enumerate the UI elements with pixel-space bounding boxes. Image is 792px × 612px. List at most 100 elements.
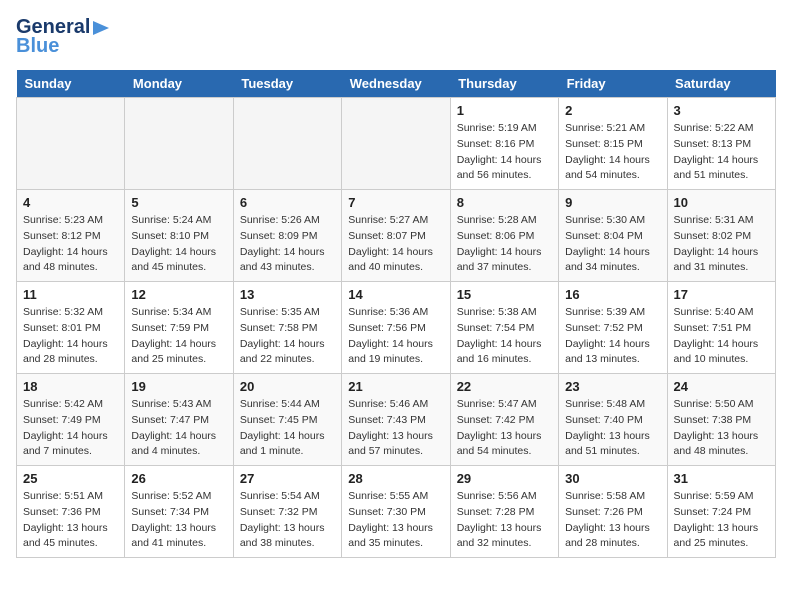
day-number: 26: [131, 471, 226, 486]
day-info: Sunrise: 5:23 AMSunset: 8:12 PMDaylight:…: [23, 213, 118, 276]
calendar-cell: 25 Sunrise: 5:51 AMSunset: 7:36 PMDayligh…: [17, 466, 125, 558]
day-number: 28: [348, 471, 443, 486]
calendar-cell: 7 Sunrise: 5:27 AMSunset: 8:07 PMDaylight…: [342, 190, 450, 282]
day-info: Sunrise: 5:26 AMSunset: 8:09 PMDaylight:…: [240, 213, 335, 276]
calendar-week-1: 1 Sunrise: 5:19 AMSunset: 8:16 PMDaylight…: [17, 98, 776, 190]
day-info: Sunrise: 5:30 AMSunset: 8:04 PMDaylight:…: [565, 213, 660, 276]
calendar-cell: 19 Sunrise: 5:43 AMSunset: 7:47 PMDayligh…: [125, 374, 233, 466]
logo: General Blue: [16, 16, 110, 58]
day-info: Sunrise: 5:34 AMSunset: 7:59 PMDaylight:…: [131, 305, 226, 368]
calendar-cell: 29 Sunrise: 5:56 AMSunset: 7:28 PMDayligh…: [450, 466, 558, 558]
day-number: 20: [240, 379, 335, 394]
day-number: 13: [240, 287, 335, 302]
day-number: 7: [348, 195, 443, 210]
day-info: Sunrise: 5:44 AMSunset: 7:45 PMDaylight:…: [240, 397, 335, 460]
day-info: Sunrise: 5:59 AMSunset: 7:24 PMDaylight:…: [674, 489, 769, 552]
day-number: 6: [240, 195, 335, 210]
calendar-cell: 26 Sunrise: 5:52 AMSunset: 7:34 PMDayligh…: [125, 466, 233, 558]
day-info: Sunrise: 5:43 AMSunset: 7:47 PMDaylight:…: [131, 397, 226, 460]
calendar-cell: 23 Sunrise: 5:48 AMSunset: 7:40 PMDayligh…: [559, 374, 667, 466]
calendar-header-row: SundayMondayTuesdayWednesdayThursdayFrid…: [17, 70, 776, 98]
calendar-cell: 17 Sunrise: 5:40 AMSunset: 7:51 PMDayligh…: [667, 282, 775, 374]
calendar-week-4: 18Sunrise: 5:42 AMSunset: 7:49 PMDayligh…: [17, 374, 776, 466]
day-info: Sunrise: 5:22 AMSunset: 8:13 PMDaylight:…: [674, 121, 769, 184]
header-tuesday: Tuesday: [233, 70, 341, 98]
day-number: 2: [565, 103, 660, 118]
day-number: 10: [674, 195, 769, 210]
day-number: 4: [23, 195, 118, 210]
calendar-cell: 15 Sunrise: 5:38 AMSunset: 7:54 PMDayligh…: [450, 282, 558, 374]
calendar-cell: [125, 98, 233, 190]
header-thursday: Thursday: [450, 70, 558, 98]
day-number: 8: [457, 195, 552, 210]
calendar-cell: 4 Sunrise: 5:23 AMSunset: 8:12 PMDaylight…: [17, 190, 125, 282]
day-info: Sunrise: 5:48 AMSunset: 7:40 PMDaylight:…: [565, 397, 660, 460]
day-info: Sunrise: 5:31 AMSunset: 8:02 PMDaylight:…: [674, 213, 769, 276]
calendar-cell: 5Sunrise: 5:24 AMSunset: 8:10 PMDaylight…: [125, 190, 233, 282]
day-info: Sunrise: 5:38 AMSunset: 7:54 PMDaylight:…: [457, 305, 552, 368]
day-info: Sunrise: 5:40 AMSunset: 7:51 PMDaylight:…: [674, 305, 769, 368]
calendar-cell: 31 Sunrise: 5:59 AMSunset: 7:24 PMDayligh…: [667, 466, 775, 558]
calendar-cell: 14 Sunrise: 5:36 AMSunset: 7:56 PMDayligh…: [342, 282, 450, 374]
day-number: 22: [457, 379, 552, 394]
day-number: 1: [457, 103, 552, 118]
calendar-cell: 21Sunrise: 5:46 AMSunset: 7:43 PMDayligh…: [342, 374, 450, 466]
calendar-cell: 11 Sunrise: 5:32 AMSunset: 8:01 PMDayligh…: [17, 282, 125, 374]
day-info: Sunrise: 5:54 AMSunset: 7:32 PMDaylight:…: [240, 489, 335, 552]
day-info: Sunrise: 5:47 AMSunset: 7:42 PMDaylight:…: [457, 397, 552, 460]
day-number: 15: [457, 287, 552, 302]
calendar-cell: 6 Sunrise: 5:26 AMSunset: 8:09 PMDaylight…: [233, 190, 341, 282]
calendar-week-5: 25 Sunrise: 5:51 AMSunset: 7:36 PMDayligh…: [17, 466, 776, 558]
day-number: 16: [565, 287, 660, 302]
day-info: Sunrise: 5:58 AMSunset: 7:26 PMDaylight:…: [565, 489, 660, 552]
calendar-cell: 18Sunrise: 5:42 AMSunset: 7:49 PMDayligh…: [17, 374, 125, 466]
header-saturday: Saturday: [667, 70, 775, 98]
day-info: Sunrise: 5:36 AMSunset: 7:56 PMDaylight:…: [348, 305, 443, 368]
day-info: Sunrise: 5:27 AMSunset: 8:07 PMDaylight:…: [348, 213, 443, 276]
calendar-cell: 27Sunrise: 5:54 AMSunset: 7:32 PMDayligh…: [233, 466, 341, 558]
day-info: Sunrise: 5:35 AMSunset: 7:58 PMDaylight:…: [240, 305, 335, 368]
header-sunday: Sunday: [17, 70, 125, 98]
calendar-cell: 16 Sunrise: 5:39 AMSunset: 7:52 PMDayligh…: [559, 282, 667, 374]
logo-container: General Blue: [16, 16, 110, 58]
header-monday: Monday: [125, 70, 233, 98]
day-info: Sunrise: 5:52 AMSunset: 7:34 PMDaylight:…: [131, 489, 226, 552]
calendar-cell: 20 Sunrise: 5:44 AMSunset: 7:45 PMDayligh…: [233, 374, 341, 466]
day-info: Sunrise: 5:56 AMSunset: 7:28 PMDaylight:…: [457, 489, 552, 552]
day-number: 30: [565, 471, 660, 486]
day-number: 17: [674, 287, 769, 302]
day-info: Sunrise: 5:51 AMSunset: 7:36 PMDaylight:…: [23, 489, 118, 552]
day-number: 21: [348, 379, 443, 394]
calendar-cell: 1 Sunrise: 5:19 AMSunset: 8:16 PMDaylight…: [450, 98, 558, 190]
calendar-cell: 8 Sunrise: 5:28 AMSunset: 8:06 PMDaylight…: [450, 190, 558, 282]
day-number: 12: [131, 287, 226, 302]
day-number: 14: [348, 287, 443, 302]
calendar-cell: [233, 98, 341, 190]
day-number: 11: [23, 287, 118, 302]
day-info: Sunrise: 5:55 AMSunset: 7:30 PMDaylight:…: [348, 489, 443, 552]
calendar-week-2: 4 Sunrise: 5:23 AMSunset: 8:12 PMDaylight…: [17, 190, 776, 282]
calendar-cell: 13 Sunrise: 5:35 AMSunset: 7:58 PMDayligh…: [233, 282, 341, 374]
day-info: Sunrise: 5:21 AMSunset: 8:15 PMDaylight:…: [565, 121, 660, 184]
calendar-cell: 3 Sunrise: 5:22 AMSunset: 8:13 PMDaylight…: [667, 98, 775, 190]
day-number: 31: [674, 471, 769, 486]
calendar-table: SundayMondayTuesdayWednesdayThursdayFrid…: [16, 70, 776, 558]
day-info: Sunrise: 5:28 AMSunset: 8:06 PMDaylight:…: [457, 213, 552, 276]
calendar-cell: 22 Sunrise: 5:47 AMSunset: 7:42 PMDayligh…: [450, 374, 558, 466]
day-number: 23: [565, 379, 660, 394]
day-number: 3: [674, 103, 769, 118]
calendar-cell: 9 Sunrise: 5:30 AMSunset: 8:04 PMDaylight…: [559, 190, 667, 282]
day-info: Sunrise: 5:39 AMSunset: 7:52 PMDaylight:…: [565, 305, 660, 368]
header-friday: Friday: [559, 70, 667, 98]
day-number: 19: [131, 379, 226, 394]
logo-arrow-icon: [91, 19, 109, 37]
day-info: Sunrise: 5:19 AMSunset: 8:16 PMDaylight:…: [457, 121, 552, 184]
header-wednesday: Wednesday: [342, 70, 450, 98]
day-info: Sunrise: 5:32 AMSunset: 8:01 PMDaylight:…: [23, 305, 118, 368]
calendar-cell: 2 Sunrise: 5:21 AMSunset: 8:15 PMDaylight…: [559, 98, 667, 190]
day-number: 9: [565, 195, 660, 210]
day-info: Sunrise: 5:50 AMSunset: 7:38 PMDaylight:…: [674, 397, 769, 460]
day-number: 25: [23, 471, 118, 486]
logo-blue: Blue: [16, 35, 59, 58]
day-number: 29: [457, 471, 552, 486]
